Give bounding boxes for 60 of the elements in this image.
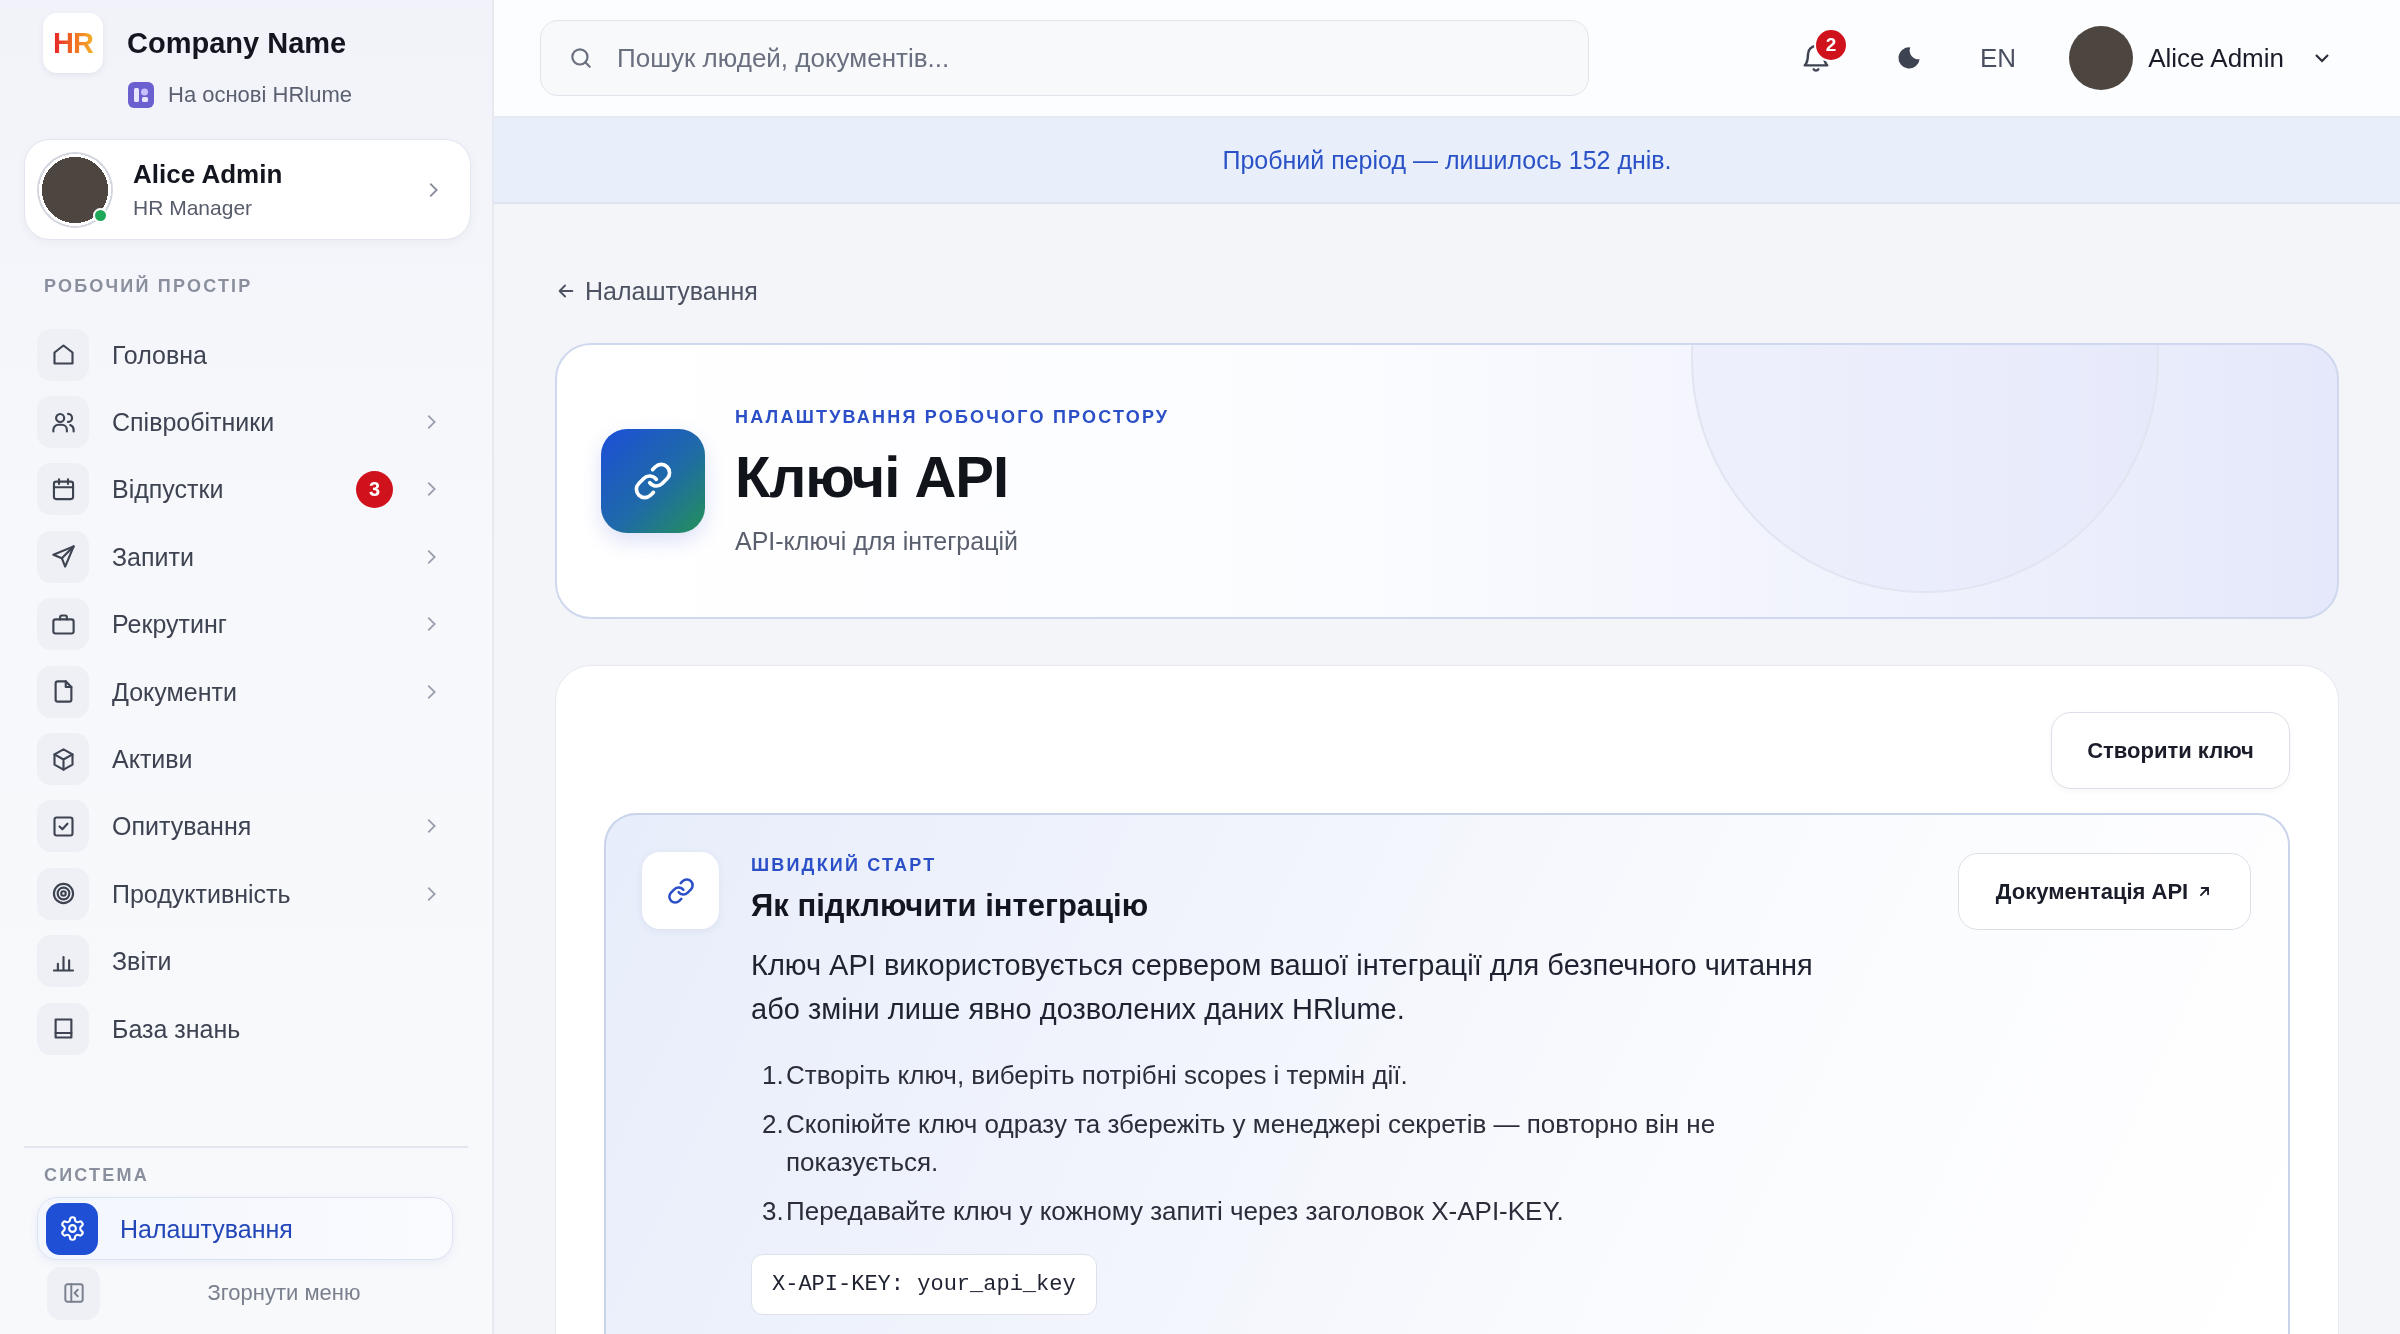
page-subtitle: API-ключі для інтеграцій xyxy=(735,525,1018,557)
nav-item[interactable]: Документи xyxy=(24,657,468,726)
user-name: Alice Admin xyxy=(133,158,284,189)
nav-item[interactable]: Співробітники xyxy=(24,388,468,456)
api-docs-button[interactable]: Документація API xyxy=(1958,853,2251,930)
paper-plane-icon xyxy=(37,530,89,583)
collapse-menu-button[interactable]: Згорнути меню xyxy=(24,1260,468,1326)
book-icon xyxy=(37,1002,89,1055)
nav-item[interactable]: Рекрутинг xyxy=(24,590,468,658)
powered-by-text: На основі HRlume xyxy=(168,81,352,109)
page-title: Ключі API xyxy=(735,444,1009,509)
quick-start-title: Як підключити інтеграцію xyxy=(751,887,1149,925)
company-name: Company Name xyxy=(127,26,348,61)
nav-item[interactable]: Активи xyxy=(24,725,468,793)
user-profile-card[interactable]: Alice Admin HR Manager xyxy=(24,139,471,240)
nav-item[interactable]: База знань xyxy=(24,994,468,1063)
user-menu-button[interactable]: Alice Admin xyxy=(2069,26,2334,90)
calendar-icon xyxy=(37,463,89,516)
create-key-button[interactable]: Створити ключ xyxy=(2051,712,2290,789)
home-icon xyxy=(37,328,89,381)
sidebar-panel-icon xyxy=(47,1266,100,1320)
count-badge: 3 xyxy=(356,470,393,508)
code-snippet: X-API-KEY: your_api_key xyxy=(751,1254,1097,1315)
section-eyebrow: НАЛАШТУВАННЯ РОБОЧОГО ПРОСТОРУ xyxy=(735,405,1170,428)
step-number: 2. xyxy=(762,1108,785,1141)
nav-item[interactable]: Продуктивність xyxy=(24,860,468,928)
nav-item[interactable]: Відпустки 3 xyxy=(24,455,468,524)
bar-chart-icon xyxy=(37,935,89,988)
back-link[interactable]: Налаштування xyxy=(555,276,758,306)
nav-item[interactable]: Опитування xyxy=(24,792,468,861)
step-number: 1. xyxy=(762,1059,785,1092)
link-icon xyxy=(601,429,705,533)
nav-item[interactable]: Головна xyxy=(24,321,468,389)
target-icon xyxy=(37,867,89,920)
document-icon xyxy=(37,665,89,718)
language-button[interactable]: EN xyxy=(1980,42,2017,74)
nav-item[interactable]: Запити xyxy=(24,523,468,591)
brand-mark-icon xyxy=(128,82,154,108)
settings-icon xyxy=(46,1202,98,1255)
section-label: СИСТЕМА xyxy=(44,1164,149,1186)
search-field[interactable]: Пошук людей, документів... xyxy=(540,20,1589,96)
link-icon xyxy=(642,852,719,929)
section-label: РОБОЧИЙ ПРОСТІР xyxy=(44,275,253,297)
user-role: HR Manager xyxy=(133,194,254,221)
step-text: Створіть ключ, виберіть потрібні scopes і термін дії. xyxy=(786,1059,1408,1092)
cube-icon xyxy=(37,733,89,786)
nav-item[interactable]: Звіти xyxy=(24,927,468,995)
search-icon xyxy=(568,45,594,71)
trial-banner: Пробний період — лишилось 152 днів. xyxy=(494,118,2400,204)
checkbox-icon xyxy=(37,800,89,853)
step-text: Передавайте ключ у кожному запиті через заголовок X-API-KEY. xyxy=(786,1195,1564,1228)
step-text: Скопіюйте ключ одразу та збережіть у менеджері секретів — повторно він не показується. xyxy=(786,1108,1717,1179)
section-eyebrow: ШВИДКИЙ СТАРТ xyxy=(751,854,937,876)
people-icon xyxy=(37,396,89,449)
quick-start-description: Ключ API використовується сервером вашої інтеграції для безпечного читання або зміни лише явно дозволених даних HRlume. xyxy=(751,948,1814,1027)
step-number: 3. xyxy=(762,1195,785,1228)
company-logo: HR xyxy=(43,13,103,73)
nav-item[interactable]: Налаштування xyxy=(37,1197,453,1260)
notification-count: 2 xyxy=(1814,28,1849,62)
briefcase-icon xyxy=(37,598,89,651)
